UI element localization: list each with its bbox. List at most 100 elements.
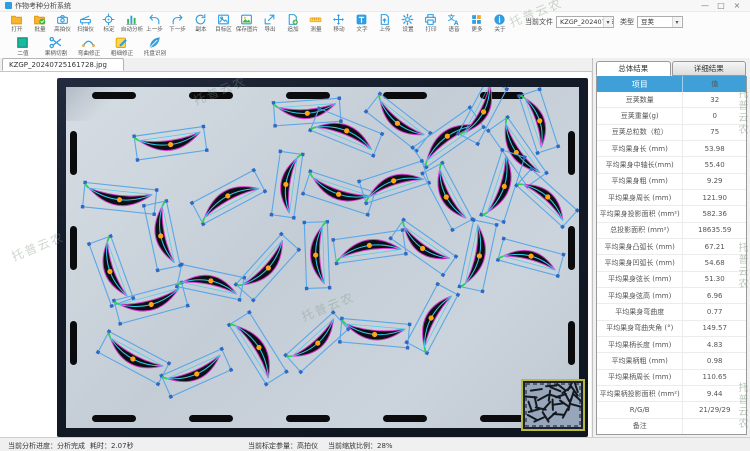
toolbar-thickness-fix[interactable]: 粗细修正: [105, 35, 138, 58]
table-row[interactable]: 平均果身凹弧长 (mm)54.68: [597, 255, 746, 271]
fiducial-mark: [383, 92, 427, 99]
results-tab-overall[interactable]: 总体结果: [596, 61, 671, 76]
table-row[interactable]: R/G/B21/29/29: [597, 402, 746, 418]
results-tab-detail[interactable]: 详细结果: [672, 61, 747, 76]
table-row[interactable]: 总投影面积 (mm²)18635.59: [597, 223, 746, 239]
toolbar-stem-cut[interactable]: 果柄切割: [39, 35, 72, 58]
toolbar-upload[interactable]: 上传: [373, 13, 396, 34]
table-row[interactable]: 平均果身中轴长(mm)55.40: [597, 157, 746, 173]
toolbar-scanner[interactable]: 扫描仪: [74, 13, 97, 34]
toolbar-duplicate[interactable]: 副本: [189, 13, 212, 34]
current-file-select[interactable]: KZGP_20240725161728.jpg ▾: [556, 16, 614, 28]
toolbar-about[interactable]: 关于: [488, 13, 511, 34]
toolbar-binary[interactable]: 二值: [6, 35, 39, 58]
toolbar-text[interactable]: 文字: [350, 13, 373, 34]
pod-object[interactable]: [496, 236, 566, 278]
table-row[interactable]: 豆荚总粒数（粒）75: [597, 125, 746, 141]
toolbar-doc-camera[interactable]: 高拍仪: [51, 13, 74, 34]
table-row[interactable]: 平均果身粗 (mm)9.29: [597, 174, 746, 190]
pod-object[interactable]: [190, 168, 268, 227]
table-row[interactable]: 备注: [597, 419, 746, 434]
navigator-thumbnail[interactable]: [521, 379, 585, 431]
file-tab[interactable]: KZGP_20240725161728.jpg: [2, 58, 124, 71]
toolbar-more[interactable]: 更多: [465, 13, 488, 34]
toolbar-bend-fix[interactable]: 弯曲修正: [72, 35, 105, 58]
row-item-value: 18635.59: [683, 223, 746, 238]
toolbar-tray-detect[interactable]: 托盘识别: [138, 35, 171, 58]
fiducial-mark: [189, 92, 233, 99]
toolbar-calibration[interactable]: 标定: [97, 13, 120, 34]
box-handle: [156, 382, 161, 387]
row-item-value: [683, 419, 746, 434]
toolbar-save-image[interactable]: 保存图片: [235, 13, 258, 34]
table-row[interactable]: 平均果身弯曲夹角 (°)149.57: [597, 321, 746, 337]
table-row[interactable]: 平均果身周长 (mm)121.90: [597, 190, 746, 206]
close-button[interactable]: ×: [729, 0, 745, 11]
pod-object[interactable]: [514, 167, 579, 230]
title-bar: 作物考种分析系统 — □ ×: [0, 0, 750, 12]
pod-object[interactable]: [357, 159, 431, 206]
toolbar-export[interactable]: 导出: [258, 13, 281, 34]
fiducial-mark: [92, 92, 136, 99]
app-logo-icon: [5, 2, 12, 9]
toolbar-settings[interactable]: 设置: [396, 13, 419, 34]
toolbar-batch[interactable]: 批量: [28, 13, 51, 34]
toolbar-undo[interactable]: 上一步: [143, 13, 166, 34]
image-viewer[interactable]: [0, 72, 591, 437]
toolbar-label: 设置: [402, 26, 413, 32]
analysis-annotations[interactable]: [66, 87, 579, 428]
box-handle: [292, 216, 296, 220]
table-row[interactable]: 平均果柄长度 (mm)4.83: [597, 337, 746, 353]
type-select[interactable]: 豆荚 ▾: [637, 16, 683, 28]
pod-object[interactable]: [420, 161, 475, 233]
toolbar-label: 关于: [494, 26, 505, 32]
maximize-button[interactable]: □: [713, 0, 729, 11]
toolbar-move[interactable]: 移动: [327, 13, 350, 34]
minimize-button[interactable]: —: [697, 0, 713, 11]
feather-icon: [147, 35, 162, 50]
toolbar-open[interactable]: 打开: [5, 13, 28, 34]
box-handle: [456, 293, 461, 298]
box-handle: [339, 119, 343, 123]
pod-object[interactable]: [270, 149, 305, 219]
pod-object[interactable]: [517, 87, 560, 155]
pod-object[interactable]: [142, 199, 182, 272]
toolbar-append[interactable]: 追加: [281, 13, 304, 34]
toolbar-target-area[interactable]: 目标区: [212, 13, 235, 34]
pod-object[interactable]: [159, 347, 233, 399]
toolbar-label: 打印: [425, 26, 436, 32]
gear-icon: [401, 13, 414, 26]
table-row[interactable]: 平均果柄粗 (mm)0.98: [597, 353, 746, 369]
grid-icon: [470, 13, 483, 26]
pod-object[interactable]: [233, 232, 301, 303]
toolbar-redo[interactable]: 下一步: [166, 13, 189, 34]
table-row[interactable]: 平均果柄周长 (mm)110.65: [597, 370, 746, 386]
pod-object[interactable]: [338, 317, 411, 350]
pod-object[interactable]: [303, 220, 332, 290]
table-row[interactable]: 豆荚数量32: [597, 92, 746, 108]
pod-object[interactable]: [404, 282, 460, 356]
table-row[interactable]: 平均果身投影面积 (mm²)582.36: [597, 206, 746, 222]
table-row[interactable]: 平均果身弯曲度0.77: [597, 304, 746, 320]
toolbar-measure[interactable]: 测量: [304, 13, 327, 34]
table-row[interactable]: 豆荚重量(g)0: [597, 108, 746, 124]
pod-object[interactable]: [458, 218, 499, 293]
row-item-value: 51.30: [683, 272, 746, 287]
toolbar-auto-analysis[interactable]: 自动分析: [120, 13, 143, 34]
table-row[interactable]: 平均果柄投影面积 (mm²)9.44: [597, 386, 746, 402]
pod-object[interactable]: [81, 181, 159, 217]
pod-object[interactable]: [96, 329, 172, 386]
table-row[interactable]: 平均果身弦高 (mm)6.96: [597, 288, 746, 304]
pod-object[interactable]: [331, 228, 407, 265]
pod-object[interactable]: [301, 169, 377, 217]
toolbar-language[interactable]: 文A语音: [442, 13, 465, 34]
pod-object[interactable]: [364, 91, 433, 153]
table-row[interactable]: 平均果身长 (mm)53.98: [597, 141, 746, 157]
box-handle: [238, 298, 242, 302]
pod-object[interactable]: [132, 125, 208, 162]
pod-object[interactable]: [227, 310, 289, 387]
table-row[interactable]: 平均果身凸弧长 (mm)67.21: [597, 239, 746, 255]
box-handle: [83, 181, 87, 185]
table-row[interactable]: 平均果身弦长 (mm)51.30: [597, 272, 746, 288]
toolbar-print[interactable]: 打印: [419, 13, 442, 34]
